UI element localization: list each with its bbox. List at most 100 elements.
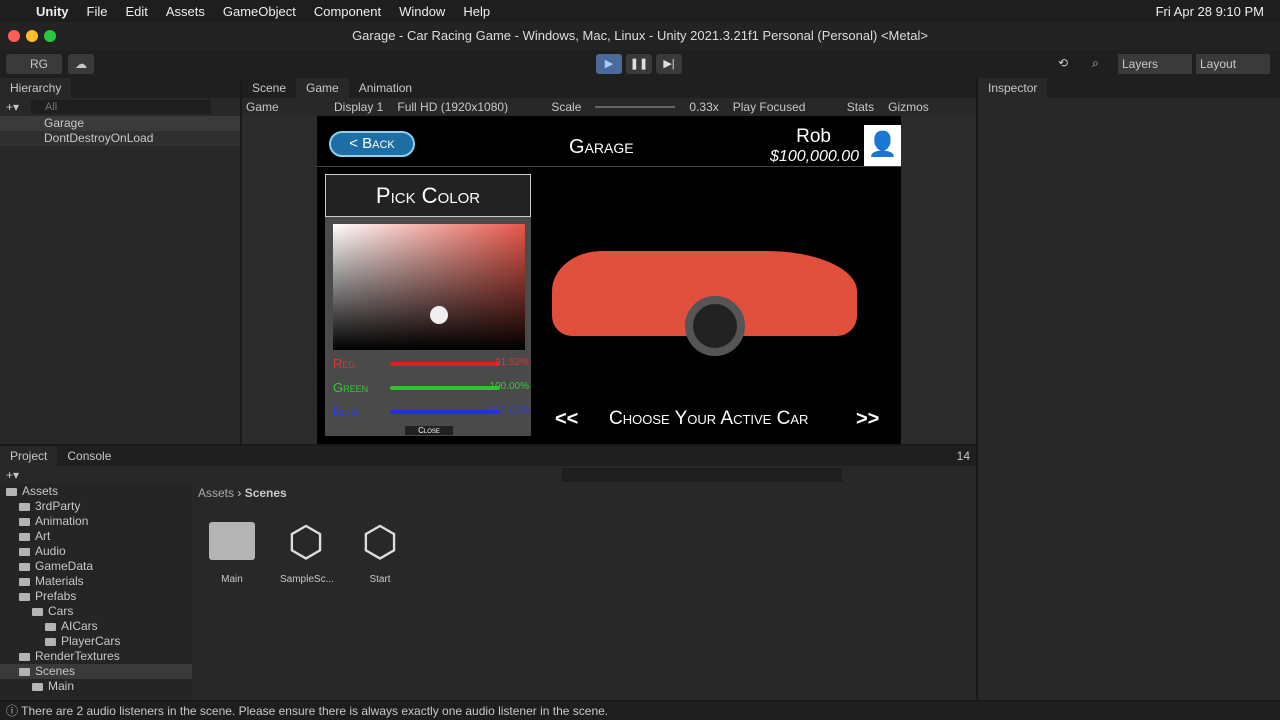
menu-file[interactable]: File — [87, 4, 108, 19]
breadcrumb-assets[interactable]: Assets — [198, 486, 234, 500]
blue-slider[interactable] — [390, 410, 500, 414]
green-label: Green — [333, 380, 369, 395]
file-name: Main — [221, 574, 243, 585]
maximize-window-button[interactable] — [44, 30, 56, 42]
menu-edit[interactable]: Edit — [125, 4, 147, 19]
tree-item-label: Art — [35, 529, 51, 543]
choose-car-label: Choose Your Active Car — [609, 408, 809, 429]
project-tree-item[interactable]: Animation — [0, 514, 192, 529]
player-name: Rob — [796, 126, 831, 147]
minimize-window-button[interactable] — [26, 30, 38, 42]
menu-assets[interactable]: Assets — [166, 4, 205, 19]
project-tree-item[interactable]: Scenes — [0, 664, 192, 679]
project-tree-item[interactable]: 3rdParty — [0, 499, 192, 514]
tree-item-label: RenderTextures — [35, 649, 120, 663]
display-dropdown[interactable]: Display 1 — [334, 100, 383, 114]
color-picker-handle[interactable] — [430, 306, 448, 324]
folder-icon — [19, 502, 30, 511]
gizmos-dropdown[interactable]: Gizmos — [888, 100, 929, 114]
project-tree-item[interactable]: GameData — [0, 559, 192, 574]
file-item[interactable]: ⬡ Start — [354, 516, 406, 585]
folder-icon — [19, 547, 30, 556]
history-icon[interactable]: ⟲ — [1058, 56, 1068, 70]
project-tree-item[interactable]: Art — [0, 529, 192, 544]
step-button[interactable]: ▶| — [656, 54, 682, 74]
color-field[interactable] — [333, 224, 525, 350]
project-search-input[interactable] — [562, 467, 843, 482]
tab-console[interactable]: Console — [57, 446, 121, 466]
tree-item-label: Materials — [35, 574, 84, 588]
file-item[interactable]: ⬡ SampleSc... — [280, 516, 334, 585]
prev-car-button[interactable]: << — [555, 408, 578, 431]
hierarchy-search-input[interactable] — [31, 100, 212, 114]
game-mode-dropdown[interactable]: Game — [246, 100, 320, 114]
hierarchy-item-garage[interactable]: Garage — [0, 116, 240, 131]
tab-project[interactable]: Project — [0, 446, 58, 466]
folder-icon — [45, 637, 56, 646]
tab-inspector[interactable]: Inspector — [978, 78, 1048, 98]
folder-icon — [19, 562, 30, 571]
folder-icon — [19, 577, 30, 586]
pause-button[interactable]: ❚❚ — [626, 54, 652, 74]
resolution-dropdown[interactable]: Full HD (1920x1080) — [397, 100, 537, 114]
window-title: Garage - Car Racing Game - Windows, Mac,… — [0, 22, 1280, 50]
avatar[interactable]: 👤 — [864, 125, 901, 166]
tab-animation[interactable]: Animation — [349, 78, 422, 98]
menu-help[interactable]: Help — [463, 4, 490, 19]
project-tree-item[interactable]: PlayerCars — [0, 634, 192, 649]
player-money: $100,000.00 — [770, 148, 859, 165]
play-button[interactable]: ▶ — [596, 54, 622, 74]
layers-label: Layers — [1122, 57, 1159, 71]
page-title: Garage — [569, 136, 634, 158]
hierarchy-item-dontdestroyonload[interactable]: DontDestroyOnLoad — [0, 131, 240, 146]
hidden-count[interactable]: 14 — [957, 449, 970, 463]
info-icon: ⓘ — [6, 704, 19, 718]
red-value: 91.52% — [495, 357, 529, 368]
project-tree-item[interactable]: Audio — [0, 544, 192, 559]
project-tree-item[interactable]: Assets — [0, 484, 192, 499]
add-icon[interactable]: +▾ — [6, 100, 19, 114]
back-button[interactable]: < Back — [329, 131, 415, 157]
layout-label: Layout — [1200, 57, 1237, 71]
status-bar[interactable]: ⓘ There are 2 audio listeners in the sce… — [0, 702, 1280, 720]
green-value: 100.00% — [489, 381, 529, 392]
tab-game[interactable]: Game — [296, 78, 349, 98]
tree-item-label: Prefabs — [35, 589, 77, 603]
close-button[interactable]: Close — [405, 426, 453, 435]
game-viewport[interactable]: < Back Garage Rob $100,000.00 👤 Pick Col… — [317, 116, 901, 444]
breadcrumb-scenes[interactable]: Scenes — [245, 486, 287, 500]
project-tree-item[interactable]: Prefabs — [0, 589, 192, 604]
layout-dropdown[interactable]: Layout — [1196, 54, 1270, 74]
account-dropdown[interactable]: RG — [6, 54, 62, 74]
menu-unity[interactable]: Unity — [36, 4, 69, 19]
play-focused-dropdown[interactable]: Play Focused — [733, 100, 833, 114]
project-tree-item[interactable]: AICars — [0, 619, 192, 634]
red-slider[interactable] — [390, 362, 500, 366]
folder-icon — [32, 607, 43, 616]
tree-item-label: AICars — [61, 619, 98, 633]
unity-scene-icon: ⬡ — [287, 518, 325, 565]
menu-gameobject[interactable]: GameObject — [223, 4, 296, 19]
scale-slider[interactable] — [595, 106, 676, 108]
project-tree-item[interactable]: Materials — [0, 574, 192, 589]
unity-scene-icon: ⬡ — [361, 518, 399, 565]
cloud-icon[interactable]: ☁ — [68, 54, 94, 74]
tree-item-label: Assets — [22, 484, 59, 498]
project-tree-item[interactable]: Main — [0, 679, 192, 694]
status-message: There are 2 audio listeners in the scene… — [21, 704, 609, 718]
menu-component[interactable]: Component — [314, 4, 381, 19]
close-window-button[interactable] — [8, 30, 20, 42]
folder-icon — [209, 522, 255, 560]
tab-hierarchy[interactable]: Hierarchy — [0, 78, 72, 98]
add-asset-icon[interactable]: +▾ — [6, 468, 19, 482]
green-slider[interactable] — [390, 386, 500, 390]
menu-window[interactable]: Window — [399, 4, 445, 19]
layers-dropdown[interactable]: Layers — [1118, 54, 1192, 74]
tab-scene[interactable]: Scene — [242, 78, 296, 98]
stats-button[interactable]: Stats — [847, 100, 874, 114]
project-tree-item[interactable]: Cars — [0, 604, 192, 619]
search-icon[interactable]: ⌕ — [1092, 56, 1099, 71]
next-car-button[interactable]: >> — [856, 408, 879, 431]
file-item[interactable]: Main — [206, 516, 258, 585]
project-tree-item[interactable]: RenderTextures — [0, 649, 192, 664]
